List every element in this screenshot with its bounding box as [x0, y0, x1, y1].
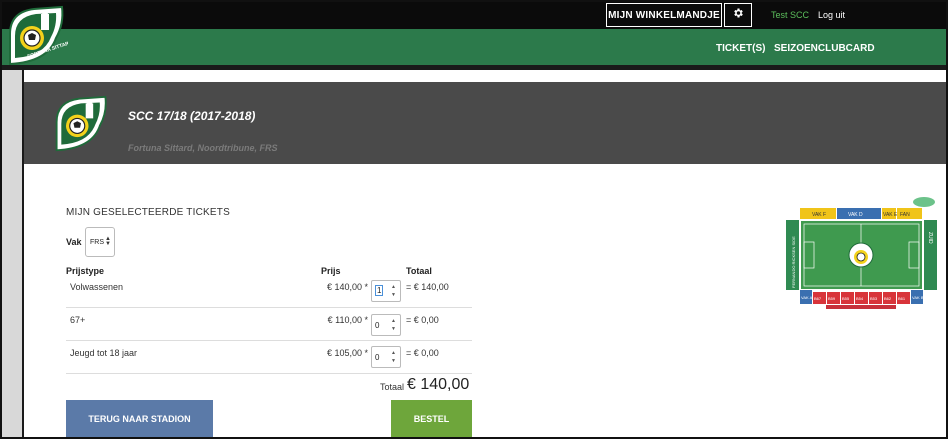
- quantity-stepper[interactable]: 1 ▲ ▼: [371, 280, 401, 302]
- ticket-price: € 110,00 *: [327, 315, 368, 325]
- nav-seasonclubcard[interactable]: SEIZOENCLUBCARD: [774, 43, 875, 54]
- spinner-arrows-icon[interactable]: ▲ ▼: [389, 317, 398, 333]
- stand-label: B59: [828, 296, 836, 301]
- stand-label: B53: [870, 296, 878, 301]
- stand-label: VAK A: [801, 295, 813, 300]
- row-divider: [66, 307, 472, 308]
- spinner-arrows-icon[interactable]: ▲ ▼: [389, 349, 398, 365]
- selected-tickets-heading: MIJN GESELECTEERDE TICKETS: [66, 207, 230, 218]
- quantity-stepper[interactable]: 0 ▲ ▼: [371, 346, 401, 368]
- ticket-row-total: = € 140,00: [406, 282, 449, 292]
- settings-button[interactable]: [724, 3, 752, 27]
- logout-link[interactable]: Log uit: [818, 10, 845, 20]
- stand-label: B67: [814, 296, 822, 301]
- stand-label: B54: [856, 296, 864, 301]
- nav-tickets[interactable]: TICKET(S): [716, 43, 765, 54]
- stand-label: VAK B: [912, 295, 924, 300]
- total-label: Totaal: [380, 382, 405, 392]
- ticket-type-label: Jeugd tot 18 jaar: [70, 348, 138, 358]
- stand-label: ZUID: [927, 232, 933, 244]
- column-header-price: Prijs: [321, 266, 341, 276]
- stand-label: VAK E: [883, 212, 898, 218]
- gear-icon: [732, 6, 744, 24]
- ticket-type-label: 67+: [70, 315, 86, 325]
- user-name-link[interactable]: Test SCC: [771, 10, 809, 20]
- back-to-stadium-button[interactable]: TERUG NAAR STADION: [66, 400, 213, 437]
- order-button[interactable]: BESTEL: [391, 400, 472, 437]
- event-title: SCC 17/18 (2017-2018): [128, 109, 256, 123]
- stand-label: FAN: [900, 212, 910, 218]
- my-cart-button[interactable]: MIJN WINKELMANDJE: [606, 3, 722, 27]
- row-divider: [66, 373, 472, 374]
- stand-label: B55: [842, 296, 850, 301]
- quantity-value: 1: [375, 285, 384, 296]
- stand-label: FERNANDO RICKSEN SIDE: [791, 236, 796, 288]
- quantity-value: 0: [375, 321, 380, 330]
- fortuna-sittard-logo[interactable]: FORTUNA SITTARD: [4, 4, 74, 68]
- quantity-stepper[interactable]: 0 ▲ ▼: [371, 314, 401, 336]
- ticket-price: € 105,00 *: [326, 348, 368, 358]
- event-subtitle: Fortuna Sittard, Noordtribune, FRS: [128, 143, 278, 153]
- ticket-type-label: Volwassenen: [70, 282, 124, 292]
- column-header-type: Prijstype: [66, 266, 105, 276]
- ticket-row-total: = € 0,00: [406, 348, 439, 358]
- stand-label: B61: [898, 296, 906, 301]
- ticket-price: € 140,00 *: [326, 282, 368, 292]
- select-arrows-icon: ▲ ▼: [105, 236, 111, 247]
- event-logo: [50, 94, 112, 154]
- row-divider: [66, 340, 472, 341]
- map-toggle-icon: [913, 197, 935, 207]
- stadium-map[interactable]: VAK F VAK D VAK E FAN FERNANDO RICKSEN S…: [784, 196, 940, 312]
- spinner-arrows-icon[interactable]: ▲ ▼: [389, 283, 398, 299]
- quantity-value: 0: [375, 353, 380, 362]
- vak-select-value: FRS: [90, 238, 104, 246]
- vak-select[interactable]: FRS ▲ ▼: [85, 227, 115, 257]
- stand-label: B62: [884, 296, 892, 301]
- ticket-row-total: = € 0,00: [406, 315, 439, 325]
- stand-label: VAK F: [812, 212, 826, 218]
- column-header-total: Totaal: [406, 266, 432, 276]
- stand-label: VAK D: [848, 212, 863, 218]
- total-value: € 140,00: [407, 376, 470, 393]
- vak-label: Vak: [66, 237, 82, 247]
